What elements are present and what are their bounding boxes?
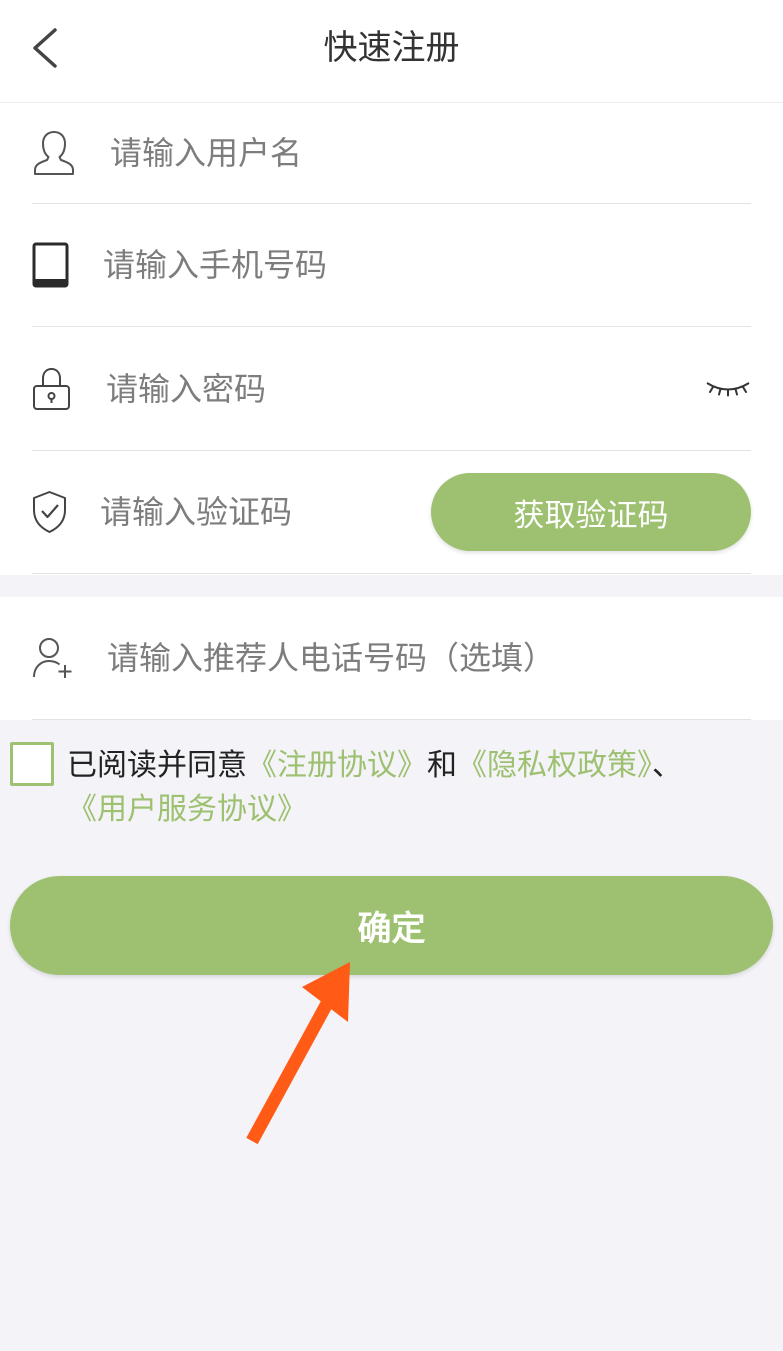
user-icon [34, 131, 74, 175]
agreement-separator: 、 [652, 748, 682, 783]
privacy-policy-link[interactable]: 《隐私权政策》 [457, 748, 652, 783]
registration-agreement-link[interactable]: 《注册协议》 [247, 748, 427, 783]
get-code-button[interactable]: 获取验证码 [431, 473, 751, 551]
agreement-line: 已阅读并同意《注册协议》和《隐私权政策》、 [67, 744, 682, 788]
user-service-agreement-link[interactable]: 《用户服务协议》 [67, 792, 307, 827]
annotation-arrow [246, 962, 350, 1145]
agreement-prefix: 已阅读并同意 [67, 748, 247, 783]
phone-icon [32, 242, 69, 288]
phone-input[interactable] [103, 240, 703, 290]
referrer-phone-input[interactable] [107, 633, 747, 683]
agreement-conjunction: 和 [427, 748, 457, 783]
phone-row [32, 204, 751, 327]
registration-screen: 快速注册 请输入用户名 请输入手机号码 请输入验证码 获取验证码 请输入推荐人电… [0, 0, 783, 1351]
referrer-phone-row [32, 597, 751, 720]
username-input[interactable] [110, 128, 710, 178]
eye-closed-icon [706, 381, 750, 396]
password-input[interactable] [106, 363, 666, 414]
form-panel: 快速注册 请输入用户名 请输入手机号码 请输入验证码 获取验证码 [0, 0, 783, 575]
agreement-line: 《用户服务协议》 [67, 788, 682, 832]
shield-check-icon [33, 491, 66, 533]
agreement-text: 已阅读并同意《注册协议》和《隐私权政策》、 《用户服务协议》 [67, 744, 682, 832]
referrer-panel [0, 597, 783, 720]
user-add-icon [33, 638, 72, 678]
annotation-arrow-shaft [246, 994, 336, 1145]
lock-icon [33, 367, 70, 410]
verification-code-row: 获取验证码 [32, 451, 751, 574]
page-title: 快速注册 [323, 28, 460, 68]
verification-code-input[interactable] [100, 487, 420, 537]
confirm-button[interactable]: 确定 [10, 876, 773, 975]
agreement-checkbox[interactable] [10, 742, 54, 786]
app-header: 快速注册 [0, 0, 783, 103]
password-row [32, 327, 751, 451]
password-visibility-toggle[interactable] [705, 379, 751, 399]
username-row [32, 103, 751, 204]
